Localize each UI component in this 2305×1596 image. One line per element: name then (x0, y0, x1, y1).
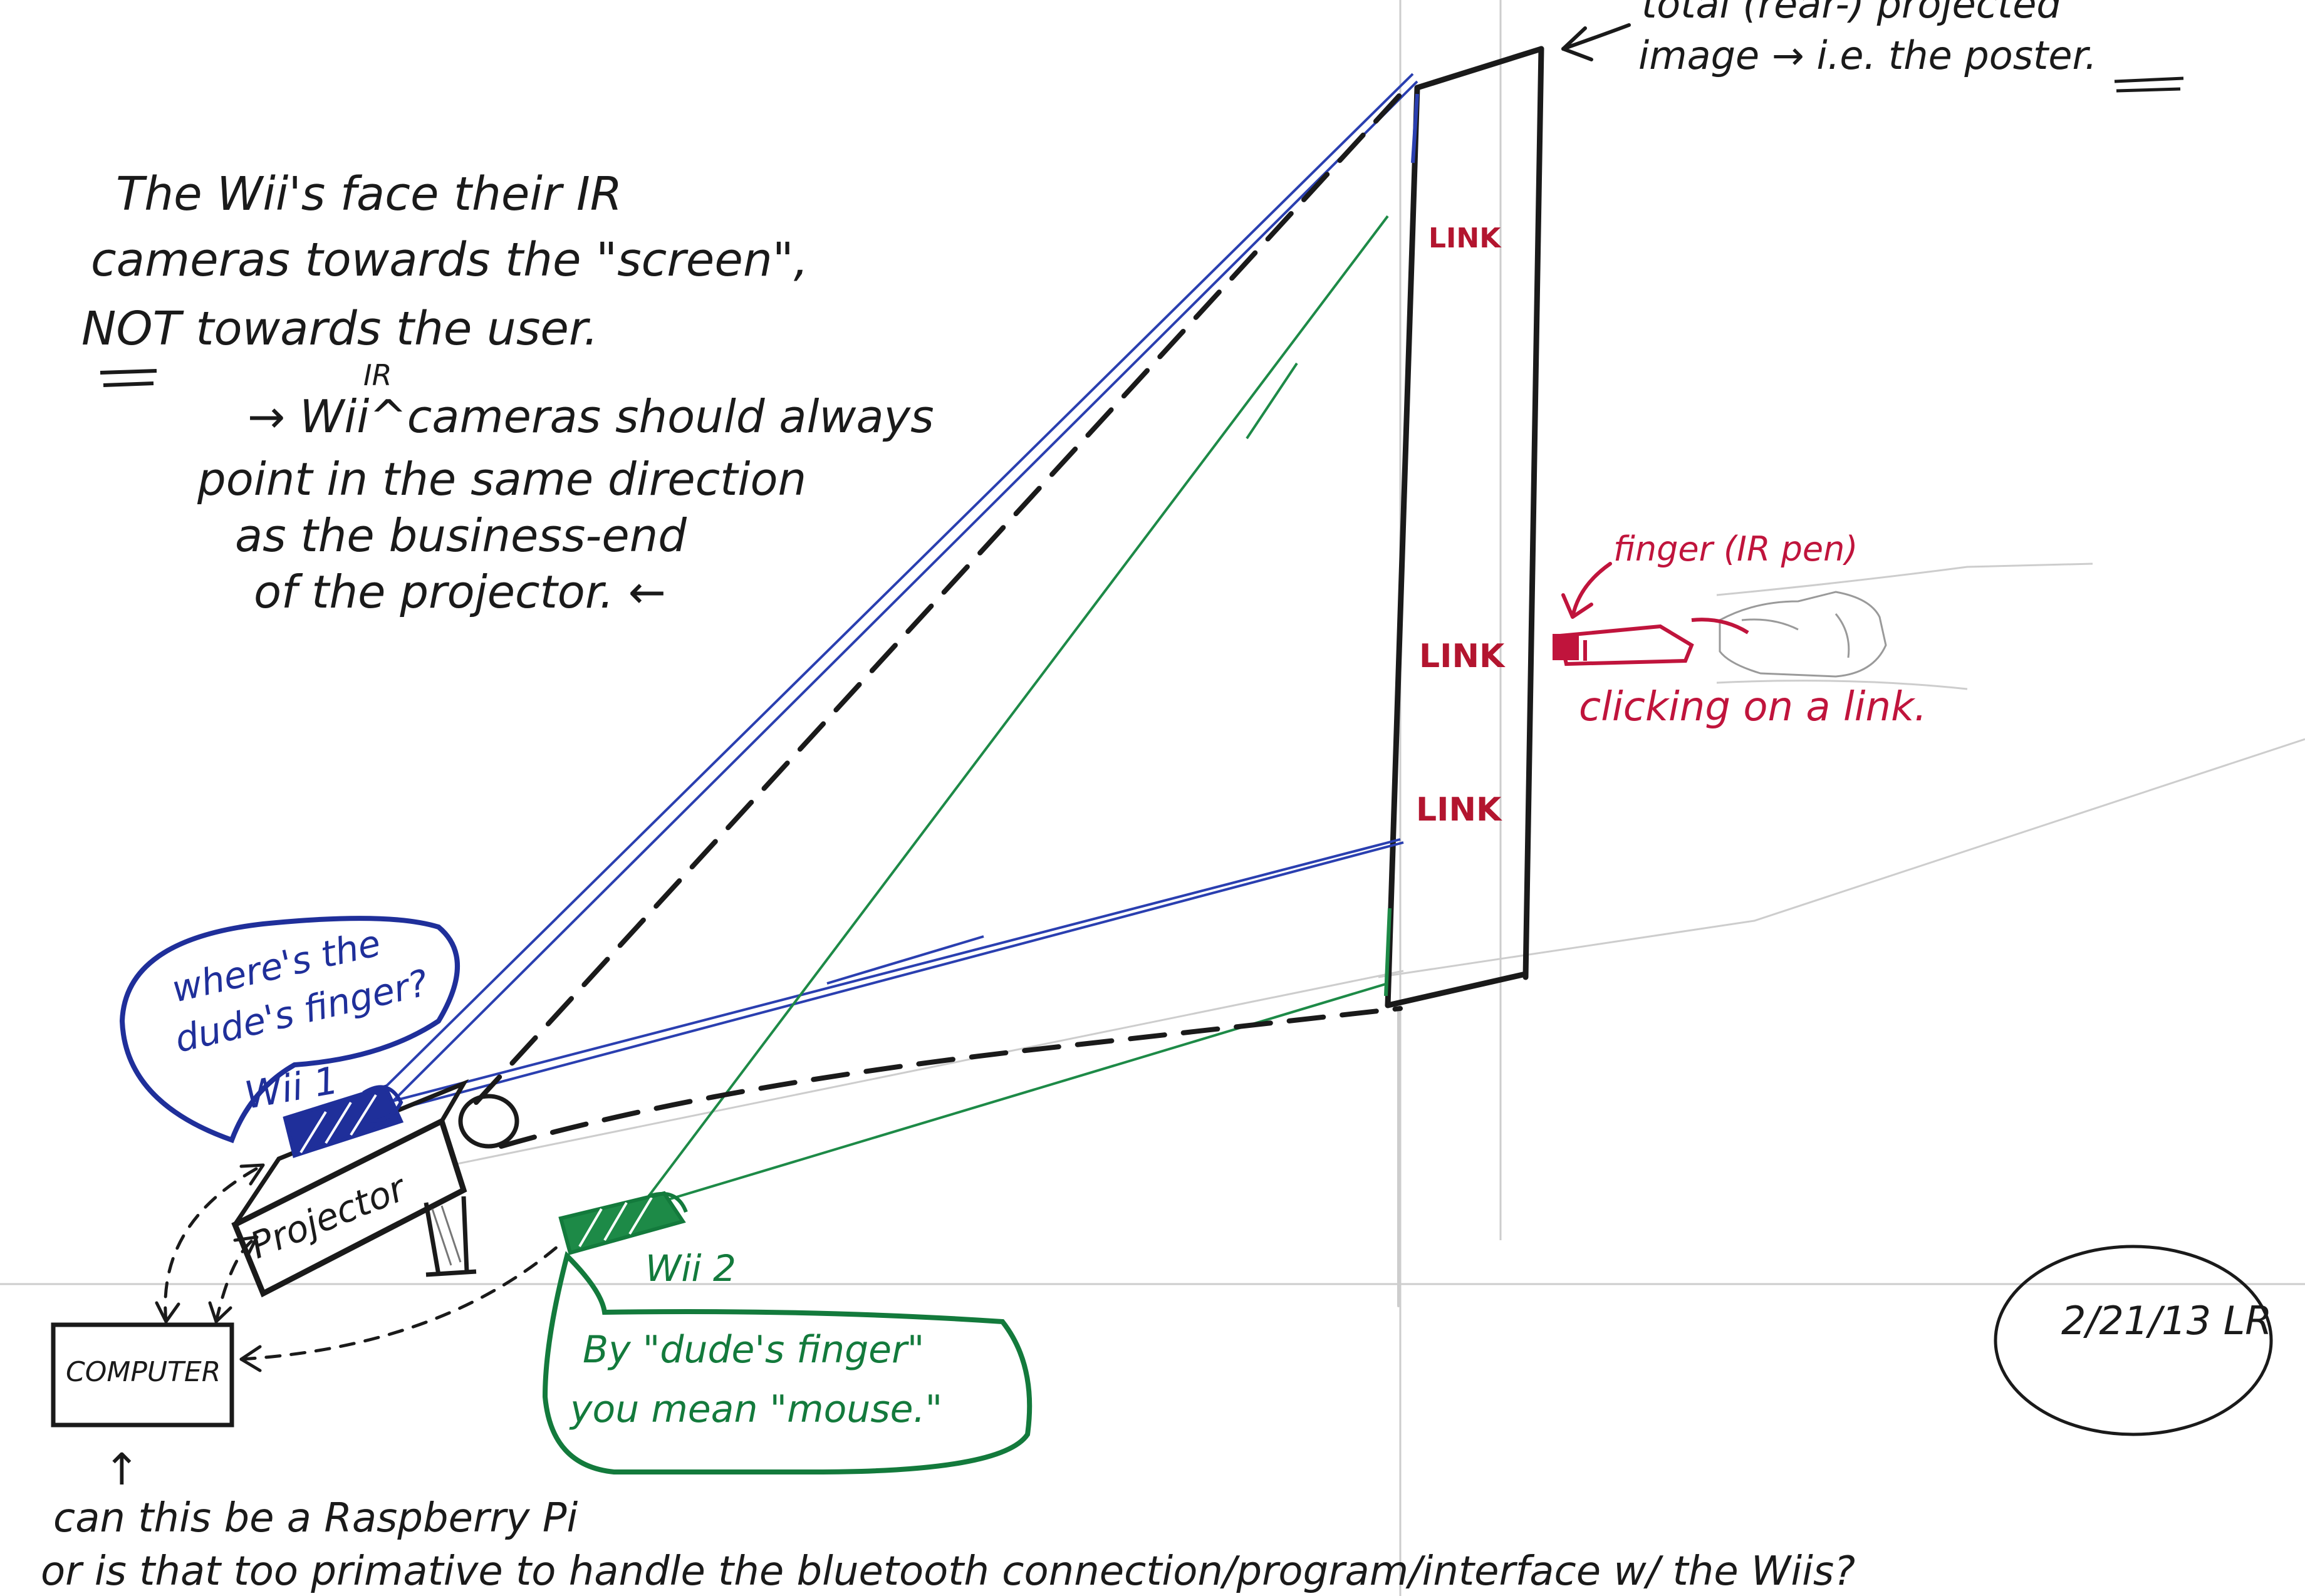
computer: COMPUTER (51, 1322, 234, 1428)
poster-callout-arrow (1561, 23, 1631, 61)
finger-illustration: finger (IR pen) clicking on a link. (1553, 529, 1927, 730)
note-line: cameras towards the "screen", (91, 233, 808, 287)
wii2-label: Wii 2 (645, 1247, 736, 1290)
hand-sketch (1719, 591, 1887, 678)
note-line: NOT towards the user. (81, 302, 598, 356)
wii2-body (558, 1191, 686, 1255)
poster-caption: total (rear-) projected image → i.e. the… (1638, 0, 2184, 93)
finger-arrow (1561, 562, 1612, 619)
projection-setup-sketch: LINK LINK LINK total (rear-) projected i… (0, 0, 2305, 1596)
finger-label: finger (IR pen) (1613, 529, 1858, 569)
poster-caption-line1: total (rear-) projected (1642, 0, 2061, 27)
projector-lens (458, 1094, 519, 1149)
note-superscript: IR (363, 358, 392, 392)
note-subline: point in the same direction (197, 453, 806, 505)
note-subline: → Wii^cameras should always (247, 390, 934, 443)
poster-link[interactable]: LINK (1416, 791, 1502, 829)
poster-links: LINK LINK LINK (1416, 222, 1506, 829)
bottom-note-line2: or is that too primative to handle the b… (41, 1548, 1855, 1595)
poster-caption-line2: image → i.e. the poster. (1638, 33, 2097, 78)
not-underline (100, 369, 157, 387)
main-note: The Wii's face their IR cameras towards … (81, 167, 934, 618)
ir-pen-tip (1553, 634, 1579, 660)
note-subline: as the business-end (235, 509, 687, 562)
wii2-bubble-text: you mean "mouse." (569, 1387, 942, 1431)
signature-text: 2/21/13 LR (2061, 1298, 2272, 1344)
poster-link[interactable]: LINK (1428, 222, 1502, 254)
computer-label: COMPUTER (66, 1356, 221, 1388)
connection-arrowheads (155, 1163, 265, 1372)
poster-link[interactable]: LINK (1419, 638, 1506, 675)
poster-underline (2114, 76, 2184, 93)
note-line: The Wii's face their IR (116, 167, 622, 221)
bottom-arrow: ↑ (103, 1444, 140, 1495)
finger-caption: clicking on a link. (1579, 684, 1927, 730)
wii2-sight-lines (647, 215, 1392, 1204)
note-subline: of the projector. ← (254, 566, 666, 618)
bottom-note-line1: can this be a Raspberry Pi (53, 1495, 578, 1542)
projector: Projector (231, 1079, 519, 1298)
signature: 2/21/13 LR (1994, 1245, 2273, 1436)
wii2-bubble-text: By "dude's finger" (583, 1328, 924, 1372)
wii2-bubble: By "dude's finger" you mean "mouse." (542, 1251, 1033, 1474)
